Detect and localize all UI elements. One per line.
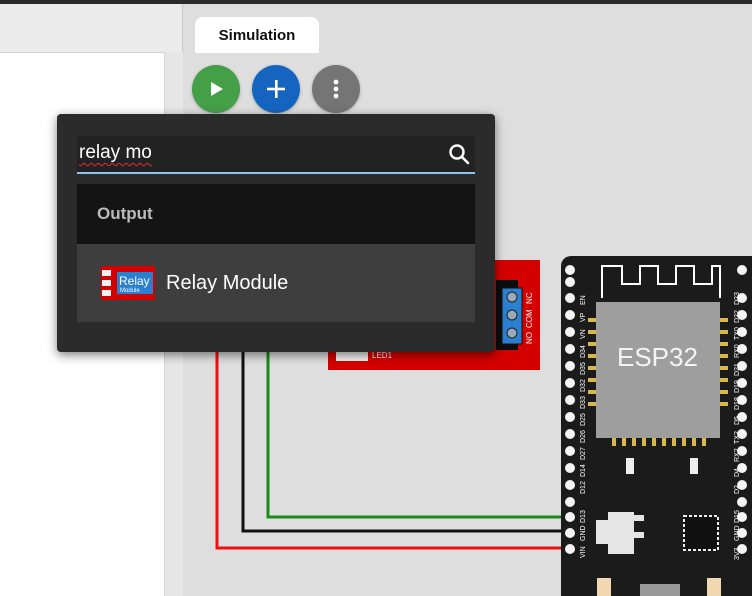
- pin-label: GND: [580, 525, 587, 541]
- pin-label: D27: [580, 447, 587, 460]
- search-icon[interactable]: [447, 142, 471, 166]
- pin-label: VIN: [580, 546, 587, 558]
- wire-black[interactable]: [241, 345, 566, 533]
- play-icon: [211, 82, 223, 96]
- pin-label: D19: [734, 380, 741, 393]
- start-simulation-button[interactable]: [192, 65, 240, 113]
- pin-label: D34: [580, 345, 587, 358]
- add-part-button[interactable]: [252, 65, 300, 113]
- pin-label: GND: [734, 525, 741, 541]
- pin-label: RX2: [734, 448, 741, 462]
- chip-label: ESP32: [617, 342, 698, 372]
- category-header: Output: [77, 184, 475, 244]
- pin-label: D25: [580, 413, 587, 426]
- pin-label: D26: [580, 430, 587, 443]
- more-vertical-icon: [333, 79, 339, 99]
- pin-label: D13: [580, 510, 587, 523]
- pin-label: VP: [580, 312, 587, 322]
- pin-label: D35: [580, 362, 587, 375]
- pin-label: RX0: [734, 344, 741, 358]
- pin-label: TX2: [734, 431, 741, 444]
- led-label: LED1: [372, 351, 393, 360]
- pin-label: D33: [580, 396, 587, 409]
- pin-label: D23: [734, 292, 741, 305]
- esp32-board[interactable]: ESP32 EN VP VN D34 D35 D32 D33 D25 D26 D…: [561, 256, 752, 596]
- pin-label: D18: [734, 397, 741, 410]
- tab-simulation[interactable]: Simulation: [195, 17, 319, 53]
- pin-label: VN: [580, 329, 587, 339]
- thumbnail-subtitle: Module: [120, 288, 140, 294]
- terminal-label: COM: [525, 309, 534, 328]
- pin-label: D22: [734, 310, 741, 323]
- search-field[interactable]: relay mo: [77, 136, 475, 174]
- pin-label: D15: [734, 510, 741, 523]
- add-part-popup: relay mo Output Relay Module Relay Modul…: [57, 114, 495, 352]
- pin-label: 3V3: [734, 547, 741, 560]
- pin-label: D14: [580, 464, 587, 477]
- wire-green[interactable]: [266, 345, 566, 519]
- result-item-label: Relay Module: [166, 271, 289, 294]
- pin-label: D2: [734, 485, 741, 494]
- pin-label: D5: [734, 416, 741, 425]
- thumbnail-title: Relay: [119, 274, 150, 288]
- pin-label: EN: [580, 295, 587, 305]
- pin-label: D32: [580, 379, 587, 392]
- pin-label: D12: [580, 481, 587, 494]
- terminal-label: NC: [525, 292, 534, 304]
- pin-label: D21: [734, 363, 741, 376]
- pin-label: TX0: [734, 327, 741, 340]
- result-item-relay-module[interactable]: Relay Module Relay Module: [77, 244, 475, 322]
- more-options-button[interactable]: [312, 65, 360, 113]
- search-input[interactable]: relay mo: [79, 139, 429, 167]
- terminal-label: NO: [525, 332, 534, 344]
- pin-label: D4: [734, 468, 741, 477]
- plus-icon: [267, 80, 285, 98]
- relay-module-thumbnail: Relay Module: [99, 264, 157, 302]
